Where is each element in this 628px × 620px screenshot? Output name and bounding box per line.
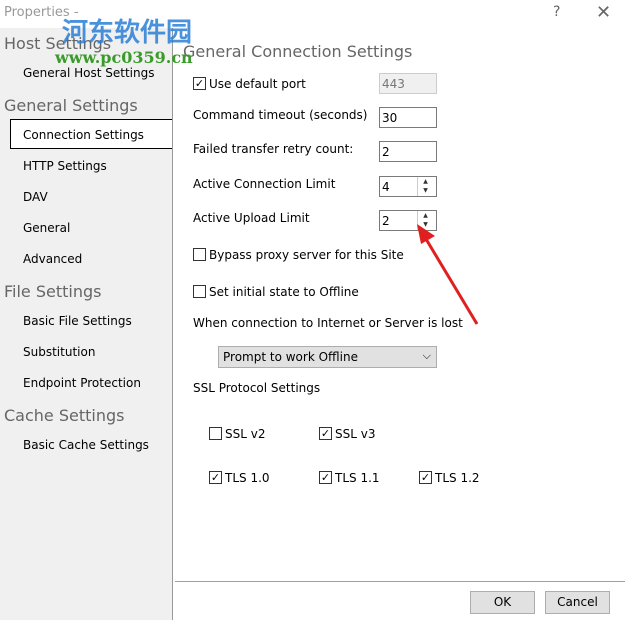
sidebar-item-dav[interactable]: DAV [23, 190, 48, 204]
divider [175, 581, 625, 582]
sidebar-item-substitution[interactable]: Substitution [23, 345, 95, 359]
watermark-url: www.pc0359.cn [55, 48, 193, 67]
tls-1-2-label: TLS 1.2 [435, 471, 480, 485]
tls-1-2-checkbox[interactable]: ✓ [419, 471, 432, 484]
sidebar-item-basic-file-settings[interactable]: Basic File Settings [23, 314, 132, 328]
bypass-proxy-checkbox[interactable] [193, 248, 206, 261]
tls-1-1-checkbox[interactable]: ✓ [319, 471, 332, 484]
page-title: General Connection Settings [183, 42, 413, 61]
group-general-settings: General Settings [4, 96, 138, 115]
offline-checkbox[interactable] [193, 285, 206, 298]
ssl-heading: SSL Protocol Settings [193, 381, 321, 395]
sidebar-item-basic-cache-settings[interactable]: Basic Cache Settings [23, 438, 149, 452]
ssl-v3-checkbox[interactable]: ✓ [319, 427, 332, 440]
sidebar-item-advanced[interactable]: Advanced [23, 252, 82, 266]
red-arrow-annotation [417, 224, 479, 325]
close-button[interactable]: ✕ [596, 2, 611, 23]
group-file-settings: File Settings [4, 282, 102, 301]
ssl-v2-checkbox[interactable] [209, 427, 222, 440]
upload-limit-label: Active Upload Limit [193, 211, 310, 225]
use-default-port-label: Use default port [209, 77, 306, 91]
group-cache-settings: Cache Settings [4, 406, 125, 425]
command-timeout-label: Command timeout (seconds) [193, 108, 368, 122]
sidebar-item-general[interactable]: General [23, 221, 70, 235]
use-default-port-checkbox[interactable]: ✓ [193, 77, 206, 90]
offline-label: Set initial state to Offline [209, 285, 359, 299]
bypass-proxy-label: Bypass proxy server for this Site [209, 248, 404, 262]
connection-limit-label: Active Connection Limit [193, 177, 336, 191]
retry-count-input[interactable]: 2 [379, 141, 437, 162]
sidebar-item-general-host-settings[interactable]: General Host Settings [23, 66, 154, 80]
tls-1-0-label: TLS 1.0 [225, 471, 270, 485]
port-input[interactable]: 443 [379, 73, 437, 94]
connection-lost-select[interactable]: Prompt to work Offline ⌵ [218, 346, 437, 368]
cancel-button[interactable]: Cancel [545, 591, 610, 614]
connection-limit-spinner[interactable]: ▲ ▼ [417, 177, 433, 196]
tls-1-0-checkbox[interactable]: ✓ [209, 471, 222, 484]
connection-lost-label: When connection to Internet or Server is… [193, 316, 463, 330]
sidebar-item-endpoint-protection[interactable]: Endpoint Protection [23, 376, 141, 390]
ssl-v3-label: SSL v3 [335, 427, 376, 441]
help-button[interactable]: ? [553, 4, 560, 20]
tls-1-1-label: TLS 1.1 [335, 471, 380, 485]
connection-lost-value: Prompt to work Offline [223, 350, 358, 364]
ok-button[interactable]: OK [470, 591, 535, 614]
sidebar-item-http-settings[interactable]: HTTP Settings [23, 159, 107, 173]
sidebar: Host Settings General Host Settings Gene… [0, 28, 173, 620]
retry-count-label: Failed transfer retry count: [193, 142, 354, 156]
sidebar-item-connection-settings[interactable]: Connection Settings [10, 119, 173, 149]
command-timeout-input[interactable]: 30 [379, 107, 437, 128]
settings-panel: General Connection Settings ✓ Use defaul… [172, 28, 628, 620]
ssl-v2-label: SSL v2 [225, 427, 266, 441]
watermark-logo: 河东软件园 [62, 18, 193, 48]
chevron-down-icon: ⌵ [422, 349, 431, 362]
